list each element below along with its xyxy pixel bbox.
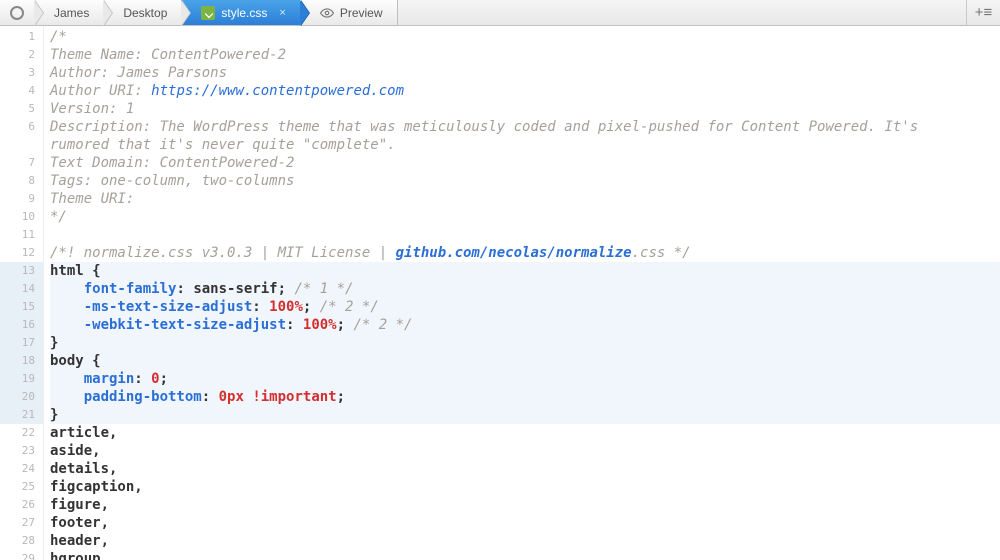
line-number: 7 [0,154,43,172]
code-editor[interactable]: 123456 789101112131415161718192021222324… [0,26,1000,560]
line-number: 4 [0,82,43,100]
crumb-james[interactable]: James [34,0,103,25]
code-line: html { [50,262,1000,280]
code-line: /* [50,28,1000,46]
line-number: 23 [0,442,43,460]
add-panel-button[interactable]: +≡ [966,0,1000,25]
line-number: 8 [0,172,43,190]
line-number: 10 [0,208,43,226]
code-line: Theme URI: [50,190,1000,208]
crumb-label: James [54,6,89,20]
line-number: 15 [0,298,43,316]
line-number: 24 [0,460,43,478]
line-number: 11 [0,226,43,244]
crumb-label: Preview [340,6,383,20]
line-number: 25 [0,478,43,496]
code-line: body { [50,352,1000,370]
line-number: 22 [0,424,43,442]
line-number: 9 [0,190,43,208]
line-number-gutter: 123456 789101112131415161718192021222324… [0,26,44,560]
code-line: figcaption, [50,478,1000,496]
code-line: footer, [50,514,1000,532]
code-line: -ms-text-size-adjust: 100%; /* 2 */ [50,298,1000,316]
code-line: padding-bottom: 0px !important; [50,388,1000,406]
line-number: 5 [0,100,43,118]
line-number: 26 [0,496,43,514]
code-line: rumored that it's never quite "complete"… [50,136,1000,154]
close-icon[interactable]: × [279,7,285,19]
code-line: Tags: one-column, two-columns [50,172,1000,190]
home-icon [10,6,24,20]
code-line: /*! normalize.css v3.0.3 | MIT License |… [50,244,1000,262]
line-number: 20 [0,388,43,406]
breadcrumb-bar: James Desktop style.css × Preview +≡ [0,0,1000,26]
plus-list-icon: +≡ [975,4,993,21]
line-number: 16 [0,316,43,334]
line-number: 19 [0,370,43,388]
line-number: 21 [0,406,43,424]
code-line: Version: 1 [50,100,1000,118]
line-number: 1 [0,28,43,46]
code-line: } [50,334,1000,352]
code-line: font-family: sans-serif; /* 1 */ [50,280,1000,298]
code-line: details, [50,460,1000,478]
line-number: 14 [0,280,43,298]
line-number: 18 [0,352,43,370]
code-line: hgroup, [50,550,1000,560]
code-line: margin: 0; [50,370,1000,388]
code-line: Description: The WordPress theme that wa… [50,118,1000,136]
line-number: 29 [0,550,43,560]
code-line: article, [50,424,1000,442]
line-number: 3 [0,64,43,82]
code-line: Text Domain: ContentPowered-2 [50,154,1000,172]
line-number: 28 [0,532,43,550]
line-number: 27 [0,514,43,532]
code-area[interactable]: /*Theme Name: ContentPowered-2Author: Ja… [44,26,1000,560]
code-line: Author: James Parsons [50,64,1000,82]
home-button[interactable] [0,0,34,25]
crumb-desktop[interactable]: Desktop [103,0,181,25]
code-line: Author URI: https://www.contentpowered.c… [50,82,1000,100]
code-line [50,226,1000,244]
line-number: 2 [0,46,43,64]
line-number: 13 [0,262,43,280]
line-number: 12 [0,244,43,262]
code-line: Theme Name: ContentPowered-2 [50,46,1000,64]
code-line: header, [50,532,1000,550]
code-line: */ [50,208,1000,226]
line-number [0,136,43,154]
line-number: 6 [0,118,43,136]
crumb-label: style.css [221,6,267,20]
code-line: } [50,406,1000,424]
line-number: 17 [0,334,43,352]
crumb-preview[interactable]: Preview [300,0,398,25]
code-line: aside, [50,442,1000,460]
crumb-label: Desktop [123,6,167,20]
code-line: figure, [50,496,1000,514]
spacer [398,0,966,25]
css-file-icon [201,6,215,20]
code-line: -webkit-text-size-adjust: 100%; /* 2 */ [50,316,1000,334]
crumb-stylecss[interactable]: style.css × [181,0,299,25]
eye-icon [320,6,334,20]
